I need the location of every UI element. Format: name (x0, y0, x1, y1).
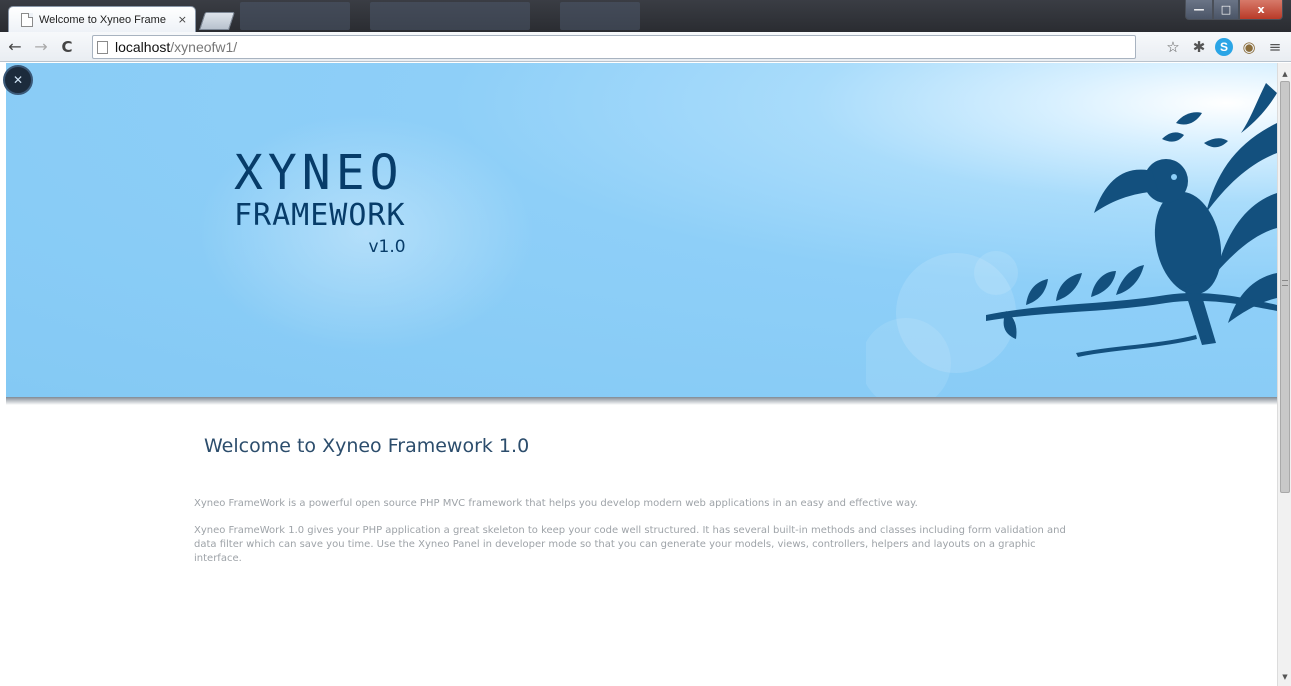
blurred-background (240, 2, 350, 30)
blurred-background (560, 2, 640, 30)
details-paragraph: Xyneo FrameWork 1.0 gives your PHP appli… (194, 525, 1066, 564)
logo-version: v1.0 (368, 237, 406, 257)
page-viewport: XYNEO FRAMEWORK v1.0 ✕ Welcome to Xyneo … (0, 63, 1277, 686)
url-path: /xyneofw1/ (170, 39, 238, 55)
back-button[interactable]: ← (4, 36, 26, 58)
scroll-thumb[interactable] (1280, 81, 1290, 493)
maximize-button[interactable]: □ (1213, 0, 1239, 20)
page-icon (97, 40, 108, 54)
developer-panel-icon[interactable]: ✕ (3, 65, 33, 95)
close-window-button[interactable]: x (1239, 0, 1283, 20)
toucan-illustration (986, 83, 1277, 357)
header-banner: XYNEO FRAMEWORK v1.0 (6, 63, 1277, 397)
forward-button[interactable]: → (30, 36, 52, 58)
vertical-scrollbar[interactable]: ▲ ▼ (1277, 63, 1291, 686)
url-host: localhost (115, 39, 171, 55)
new-tab-button[interactable] (199, 12, 235, 30)
reload-button[interactable]: C (56, 36, 78, 58)
browser-toolbar: ← → C localhost/xyneofw1/ ☆ ✱ S ◉ ≡ (0, 32, 1291, 62)
toolbar-icons: ☆ ✱ S ◉ ≡ (1163, 36, 1285, 58)
minimize-button[interactable]: — (1185, 0, 1213, 20)
menu-icon[interactable]: ≡ (1265, 37, 1285, 57)
browser-tab[interactable]: Welcome to Xyneo Frame × (8, 6, 196, 32)
xyneo-logo: XYNEO FRAMEWORK v1.0 (234, 149, 406, 257)
extension-icon[interactable]: ✱ (1189, 37, 1209, 57)
scroll-up-icon[interactable]: ▲ (1278, 67, 1291, 81)
logo-subtitle: FRAMEWORK (234, 198, 406, 233)
page-heading: Welcome to Xyneo Framework 1.0 (204, 435, 530, 457)
banner-shadow (6, 397, 1277, 405)
welcome-content: Welcome to Xyneo Framework 1.0 Xyneo Fra… (194, 435, 1074, 566)
address-bar[interactable]: localhost/xyneofw1/ (92, 35, 1136, 59)
logo-title: XYNEO (234, 145, 404, 201)
url-text: localhost/xyneofw1/ (115, 39, 237, 55)
tab-close-icon[interactable]: × (178, 13, 187, 26)
intro-paragraph: Xyneo FrameWork is a powerful open sourc… (194, 498, 918, 509)
tab-title: Welcome to Xyneo Frame (39, 13, 166, 26)
window-titlebar: Welcome to Xyneo Frame × — □ x (0, 0, 1291, 32)
blurred-background (370, 2, 530, 30)
bookmark-star-icon[interactable]: ☆ (1163, 37, 1183, 57)
grip-icon (1282, 280, 1288, 286)
scroll-down-icon[interactable]: ▼ (1278, 670, 1291, 684)
skype-icon[interactable]: S (1215, 38, 1233, 56)
window-controls: — □ x (1185, 0, 1283, 22)
page-icon (21, 12, 33, 27)
eye-icon[interactable]: ◉ (1239, 37, 1259, 57)
